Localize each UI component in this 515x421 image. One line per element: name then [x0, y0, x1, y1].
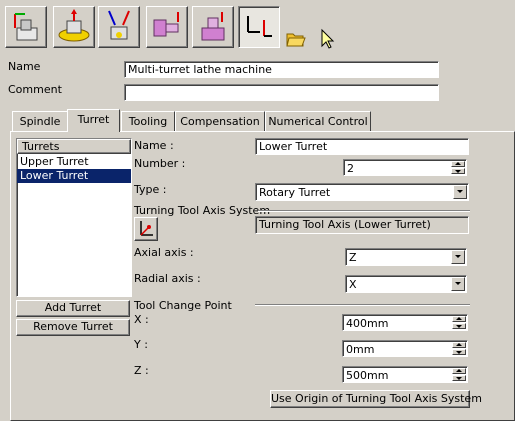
number-value: 2 [347, 162, 354, 175]
turret-icon [201, 12, 225, 41]
list-item-lower-turret[interactable]: Lower Turret [17, 169, 131, 183]
spindle-button[interactable] [146, 6, 188, 48]
z-up-icon[interactable] [452, 368, 466, 374]
z-value: 500mm [346, 369, 389, 382]
tab-numerical-control[interactable]: Numerical Control [265, 111, 371, 132]
chevron-down-icon[interactable] [451, 250, 465, 264]
axial-axis-value: Z [349, 251, 357, 264]
turret-name-input[interactable]: Lower Turret [255, 138, 469, 155]
z-label: Z : [134, 364, 149, 377]
axial-axis-label: Axial axis : [134, 246, 194, 259]
tool-axis-button[interactable] [238, 6, 280, 48]
remove-turret-button[interactable]: Remove Turret [16, 319, 130, 336]
type-select[interactable]: Rotary Turret [255, 183, 469, 201]
name-label: Name [8, 60, 41, 73]
list-item-upper-turret[interactable]: Upper Turret [17, 155, 131, 169]
open-folder-button[interactable] [285, 28, 307, 50]
y-down-icon[interactable] [452, 349, 466, 355]
turret-list-header: Turrets [17, 139, 131, 154]
radial-axis-select[interactable]: X [345, 275, 467, 293]
x-down-icon[interactable] [452, 323, 466, 329]
z-stepper[interactable]: 500mm [342, 366, 468, 383]
rotary-table-icon [58, 9, 90, 42]
type-value: Rotary Turret [259, 186, 331, 199]
tool-change-point-label: Tool Change Point [134, 299, 232, 312]
rotary-table-button[interactable] [53, 6, 95, 48]
name-input[interactable]: Multi-turret lathe machine [124, 61, 439, 78]
x-stepper[interactable]: 400mm [342, 314, 468, 331]
tool-axis-icon [247, 16, 272, 37]
number-down-icon[interactable] [451, 168, 465, 174]
tab-tooling[interactable]: Tooling [121, 111, 175, 132]
select-arrow-button[interactable] [316, 28, 338, 50]
select-arrow-icon [321, 28, 335, 49]
tab-turret[interactable]: Turret [67, 109, 120, 132]
spindle-icon [153, 12, 179, 37]
y-up-icon[interactable] [452, 342, 466, 348]
machine-setup-icon [14, 13, 38, 41]
y-label: Y : [134, 338, 148, 351]
radial-axis-label: Radial axis : [134, 272, 201, 285]
radial-axis-value: X [349, 278, 357, 291]
x-value: 400mm [346, 317, 389, 330]
machine-setup-button[interactable] [5, 6, 47, 48]
chevron-down-icon[interactable] [451, 277, 465, 291]
multi-axis-head-button[interactable] [98, 6, 140, 48]
turret-button[interactable] [192, 6, 234, 48]
comment-input[interactable] [124, 84, 439, 101]
number-up-icon[interactable] [451, 161, 465, 167]
axis-system-button[interactable] [134, 217, 158, 241]
axial-axis-select[interactable]: Z [345, 248, 467, 266]
x-up-icon[interactable] [452, 316, 466, 322]
turret-list[interactable]: Turrets Upper Turret Lower Turret [16, 138, 132, 297]
tool-change-separator [255, 304, 470, 306]
z-down-icon[interactable] [452, 375, 466, 381]
type-label: Type : [134, 183, 167, 196]
open-folder-icon [286, 33, 306, 47]
use-origin-button[interactable]: Use Origin of Turning Tool Axis System [270, 390, 482, 408]
tab-compensation[interactable]: Compensation [175, 111, 265, 132]
add-turret-button[interactable]: Add Turret [16, 300, 130, 317]
axis-system-field: Turning Tool Axis (Lower Turret) [255, 216, 469, 234]
turret-name-label: Name : [134, 139, 174, 152]
axis-system-label: Turning Tool Axis System [134, 204, 271, 217]
number-stepper[interactable]: 2 [343, 159, 467, 176]
multi-axis-head-icon [108, 10, 130, 40]
axis-system-icon [140, 221, 153, 236]
number-label: Number : [134, 157, 186, 170]
y-value: 0mm [346, 343, 375, 356]
chevron-down-icon[interactable] [453, 185, 467, 199]
comment-label: Comment [8, 83, 62, 96]
tab-spindle[interactable]: Spindle [12, 111, 68, 132]
y-stepper[interactable]: 0mm [342, 340, 468, 357]
axis-system-separator [258, 210, 470, 212]
x-label: X : [134, 313, 149, 326]
